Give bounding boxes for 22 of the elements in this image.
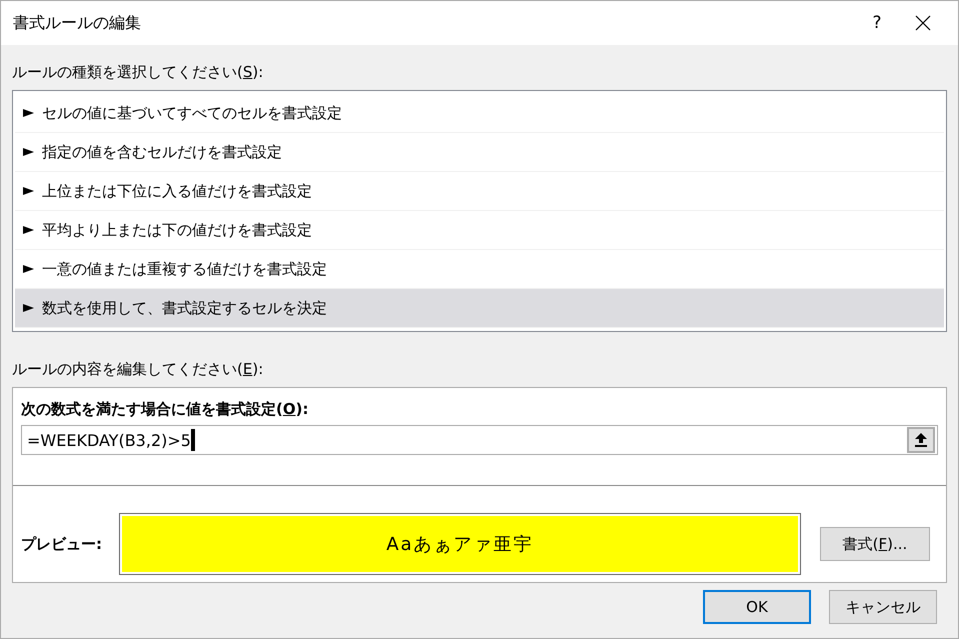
dialog-button[interactable]: キャンセル bbox=[829, 590, 937, 624]
rule-edit-label: ルールの内容を編集してください(E): bbox=[12, 360, 264, 379]
triangle-icon bbox=[23, 109, 34, 117]
dialog-button[interactable]: OK bbox=[703, 590, 811, 624]
triangle-icon bbox=[23, 226, 34, 234]
window-title: 書式ルールの編集 bbox=[13, 12, 142, 34]
up-arrow-icon bbox=[915, 433, 927, 447]
preview-sample: Aaあぁアァ亜宇 bbox=[386, 533, 534, 556]
rule-type-label: ルールの種類を選択してください(S): bbox=[12, 63, 264, 82]
close-icon bbox=[915, 15, 931, 31]
format-button[interactable]: 書式(F)... bbox=[820, 527, 930, 561]
rule-type-item[interactable]: 数式を使用して、書式設定するセルを決定 bbox=[15, 289, 944, 328]
formula-label: 次の数式を満たす場合に値を書式設定(O): bbox=[21, 400, 310, 419]
triangle-icon bbox=[23, 148, 34, 156]
triangle-icon bbox=[23, 187, 34, 195]
formula-field[interactable]: =WEEKDAY(B3,2)>5 bbox=[21, 425, 938, 455]
preview-label: プレビュー: bbox=[21, 534, 102, 554]
triangle-icon bbox=[23, 265, 34, 273]
formula-input[interactable]: =WEEKDAY(B3,2)>5 bbox=[27, 430, 191, 450]
collapse-button[interactable] bbox=[907, 427, 935, 453]
help-button[interactable]: ? bbox=[854, 1, 900, 45]
triangle-icon bbox=[23, 304, 34, 312]
